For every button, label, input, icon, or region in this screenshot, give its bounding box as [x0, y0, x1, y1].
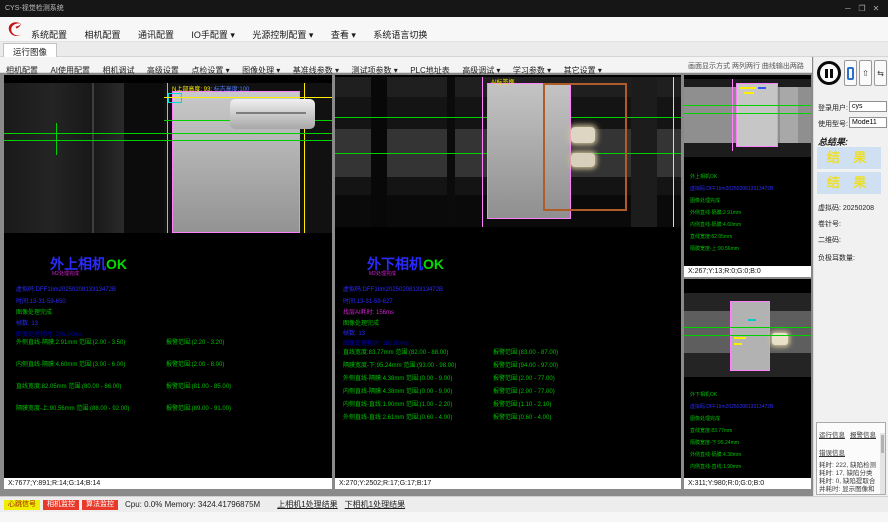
menu-comm-config[interactable]: 通讯配置: [138, 28, 174, 41]
status-bar: 心跳信号 相机监控 算法监控 Cpu: 0.0% Memory: 3424.41…: [0, 496, 888, 512]
cpu-memory-text: Cpu: 0.0% Memory: 3424.41796875M: [125, 500, 260, 509]
cursor-coords: X:270;Y:2502;R:17;G:17;B:17: [335, 478, 681, 489]
log-tab-error[interactable]: 错误信息: [819, 447, 845, 457]
result-box-upper: 结 果: [817, 147, 881, 169]
toolbar: 相机配置 AI使用配置 相机调试 高级设置 点检设置 ▾ 图像处理 ▾ 基准线参…: [0, 57, 812, 73]
ai-label: AI标签框: [491, 77, 515, 86]
camera-image-upper: N上部高度: 93; 标志高度:100: [4, 83, 332, 233]
thumb-text-block: 外上相机OK 虚拟码:DFF1Iim2025020813313472B 图像处理…: [690, 171, 773, 255]
display-mode-text: 画面显示方式 两列两行 曲线输出两路: [688, 61, 804, 71]
pause-icon: [830, 69, 833, 78]
camera-view-lower[interactable]: AI标签框 外下相机OK M2处理完成 虚拟码:DFF1Iim202502081…: [335, 75, 681, 489]
camera-view-upper[interactable]: N上部高度: 93; 标志高度:100 外上相机OK M2处理完成 虚拟码:DF…: [4, 75, 332, 489]
lower-camera-result-link[interactable]: 下相机1处理结果: [345, 499, 405, 510]
window-controls: ─❐✕: [841, 0, 883, 17]
gripper-arm: [230, 99, 315, 129]
thumb-image: [684, 293, 811, 377]
model-input[interactable]: [849, 117, 887, 128]
device-button[interactable]: [844, 60, 857, 86]
sidebar: ⇧ ⇆ 登录用户: 使用型号: 总结果: 结 果 结 果 虚拟码: 202502…: [813, 57, 888, 496]
reel-number-label: 卷针号:: [818, 219, 841, 229]
thumb-image: [684, 79, 811, 157]
camera-subtitle: M2处理完成: [52, 270, 79, 277]
camera-subtitle: M2处理完成: [369, 270, 396, 277]
menu-io-config[interactable]: IO手配置 ▾: [191, 28, 235, 41]
corner-marker: [168, 93, 182, 103]
user-label: 登录用户:: [818, 103, 848, 113]
led-spot: [571, 127, 595, 143]
camera-thumb-lower[interactable]: 外下相机OK 虚拟码:DFF1Iim2025020813313472B 图像处理…: [684, 279, 811, 489]
log-text: 耗时: 222, 缺陷检测耗时: 17, 缺陷分类耗时: 0, 缺陷提取合并耗时…: [817, 461, 885, 495]
model-label: 使用型号:: [818, 119, 848, 129]
cursor-coords: X:267;Y:13;R:0;G:0;B:0: [684, 266, 811, 277]
pause-button[interactable]: [817, 61, 841, 85]
switch-button[interactable]: ⇆: [874, 60, 887, 86]
log-tab-run[interactable]: 运行信息: [819, 429, 845, 439]
camera-image-lower: AI标签框: [335, 77, 681, 227]
pause-icon: [825, 69, 828, 78]
virtual-code-text: 虚拟码:DFF1Iim2025020813313472B: [343, 284, 443, 293]
measurement-list: 直线宽度:83.77mm 范围:(82.00 - 88.00)报警范围:(83.…: [343, 347, 677, 425]
switch-icon: ⇆: [877, 69, 884, 78]
window-title: CYS-视觉检测系统: [5, 0, 64, 17]
menu-system-config[interactable]: 系统配置: [31, 28, 67, 41]
titlebar: CYS-视觉检测系统 ─❐✕: [0, 0, 888, 17]
menu-language-switch[interactable]: 系统语言切换: [373, 28, 427, 41]
frame-count-text: 帧数: 13: [343, 328, 365, 337]
elapsed-text: 图像处理耗时: 182.00ms: [343, 338, 409, 347]
time-text: 时间:13-31-59-650: [16, 296, 66, 305]
algo-monitor-badge: 算法监控: [82, 500, 118, 510]
led-spot: [571, 153, 595, 167]
export-icon: ⇧: [862, 69, 869, 78]
cursor-coords: X:7677;Y:891;R:14;G:14;B:14: [4, 478, 332, 489]
log-tab-alarm[interactable]: 报警信息: [850, 429, 876, 439]
ai-elapsed-text: 找层AI耗时: 156ms: [343, 307, 394, 316]
ai-box: [543, 83, 627, 211]
process-done-text: 图像处理完成: [16, 307, 52, 316]
menu-view[interactable]: 查看 ▾: [331, 28, 356, 41]
result-box-lower: 结 果: [817, 172, 881, 194]
camera-thumb-upper[interactable]: 外上相机OK 虚拟码:DFF1Iim2025020813313472B 图像处理…: [684, 75, 811, 277]
log-box: 运行信息报警信息错误信息 耗时: 222, 缺陷检测耗时: 17, 缺陷分类耗时…: [816, 422, 886, 495]
upper-camera-result-link[interactable]: 上相机1处理结果: [277, 499, 337, 510]
close-icon[interactable]: ✕: [869, 0, 883, 17]
height-annotation: N上部高度: 93; 标志高度:100: [172, 84, 249, 93]
device-icon: [847, 67, 854, 80]
frame-count-text: 帧数: 13: [16, 318, 38, 327]
thumb-text-block: 外下相机OK 虚拟码:DFF1Iim2025020813313472B 图像处理…: [690, 389, 773, 473]
maximize-icon[interactable]: ❐: [855, 0, 869, 17]
qr-code-label: 二维码:: [818, 235, 841, 245]
tab-row: 运行图像: [0, 42, 888, 57]
virtual-code-label: 虚拟码: 20250208: [818, 203, 874, 213]
tab-count-label: 负极耳数量:: [818, 253, 855, 263]
cursor-coords: X:311;Y:980;R:0;G:0;B:0: [684, 478, 811, 489]
footer-strip: [0, 512, 888, 522]
menu-light-config[interactable]: 光源控制配置 ▾: [252, 28, 313, 41]
virtual-code-text: 虚拟码:DFF1Iim2025020813313472B: [16, 284, 116, 293]
measurement-list: 外侧直线-隔膜:2.91mm 范围:(2.00 - 3.50)报警范围:(2.2…: [16, 337, 326, 425]
user-input[interactable]: [849, 101, 887, 112]
heartbeat-badge: 心跳信号: [4, 500, 40, 510]
log-scrollbar[interactable]: [880, 433, 885, 494]
process-done-text: 图像处理完成: [343, 318, 379, 327]
export-button[interactable]: ⇧: [859, 60, 872, 86]
time-text: 时间:13-31-59-627: [343, 296, 393, 305]
tab-run-image[interactable]: 运行图像: [3, 43, 57, 57]
menu-camera-config[interactable]: 相机配置: [84, 28, 120, 41]
minimize-icon[interactable]: ─: [841, 0, 855, 17]
camera-monitor-badge: 相机监控: [43, 500, 79, 510]
menubar: 系统配置 相机配置 通讯配置 IO手配置 ▾ 光源控制配置 ▾ 查看 ▾ 系统语…: [0, 17, 888, 42]
app-logo-icon: [6, 20, 25, 39]
